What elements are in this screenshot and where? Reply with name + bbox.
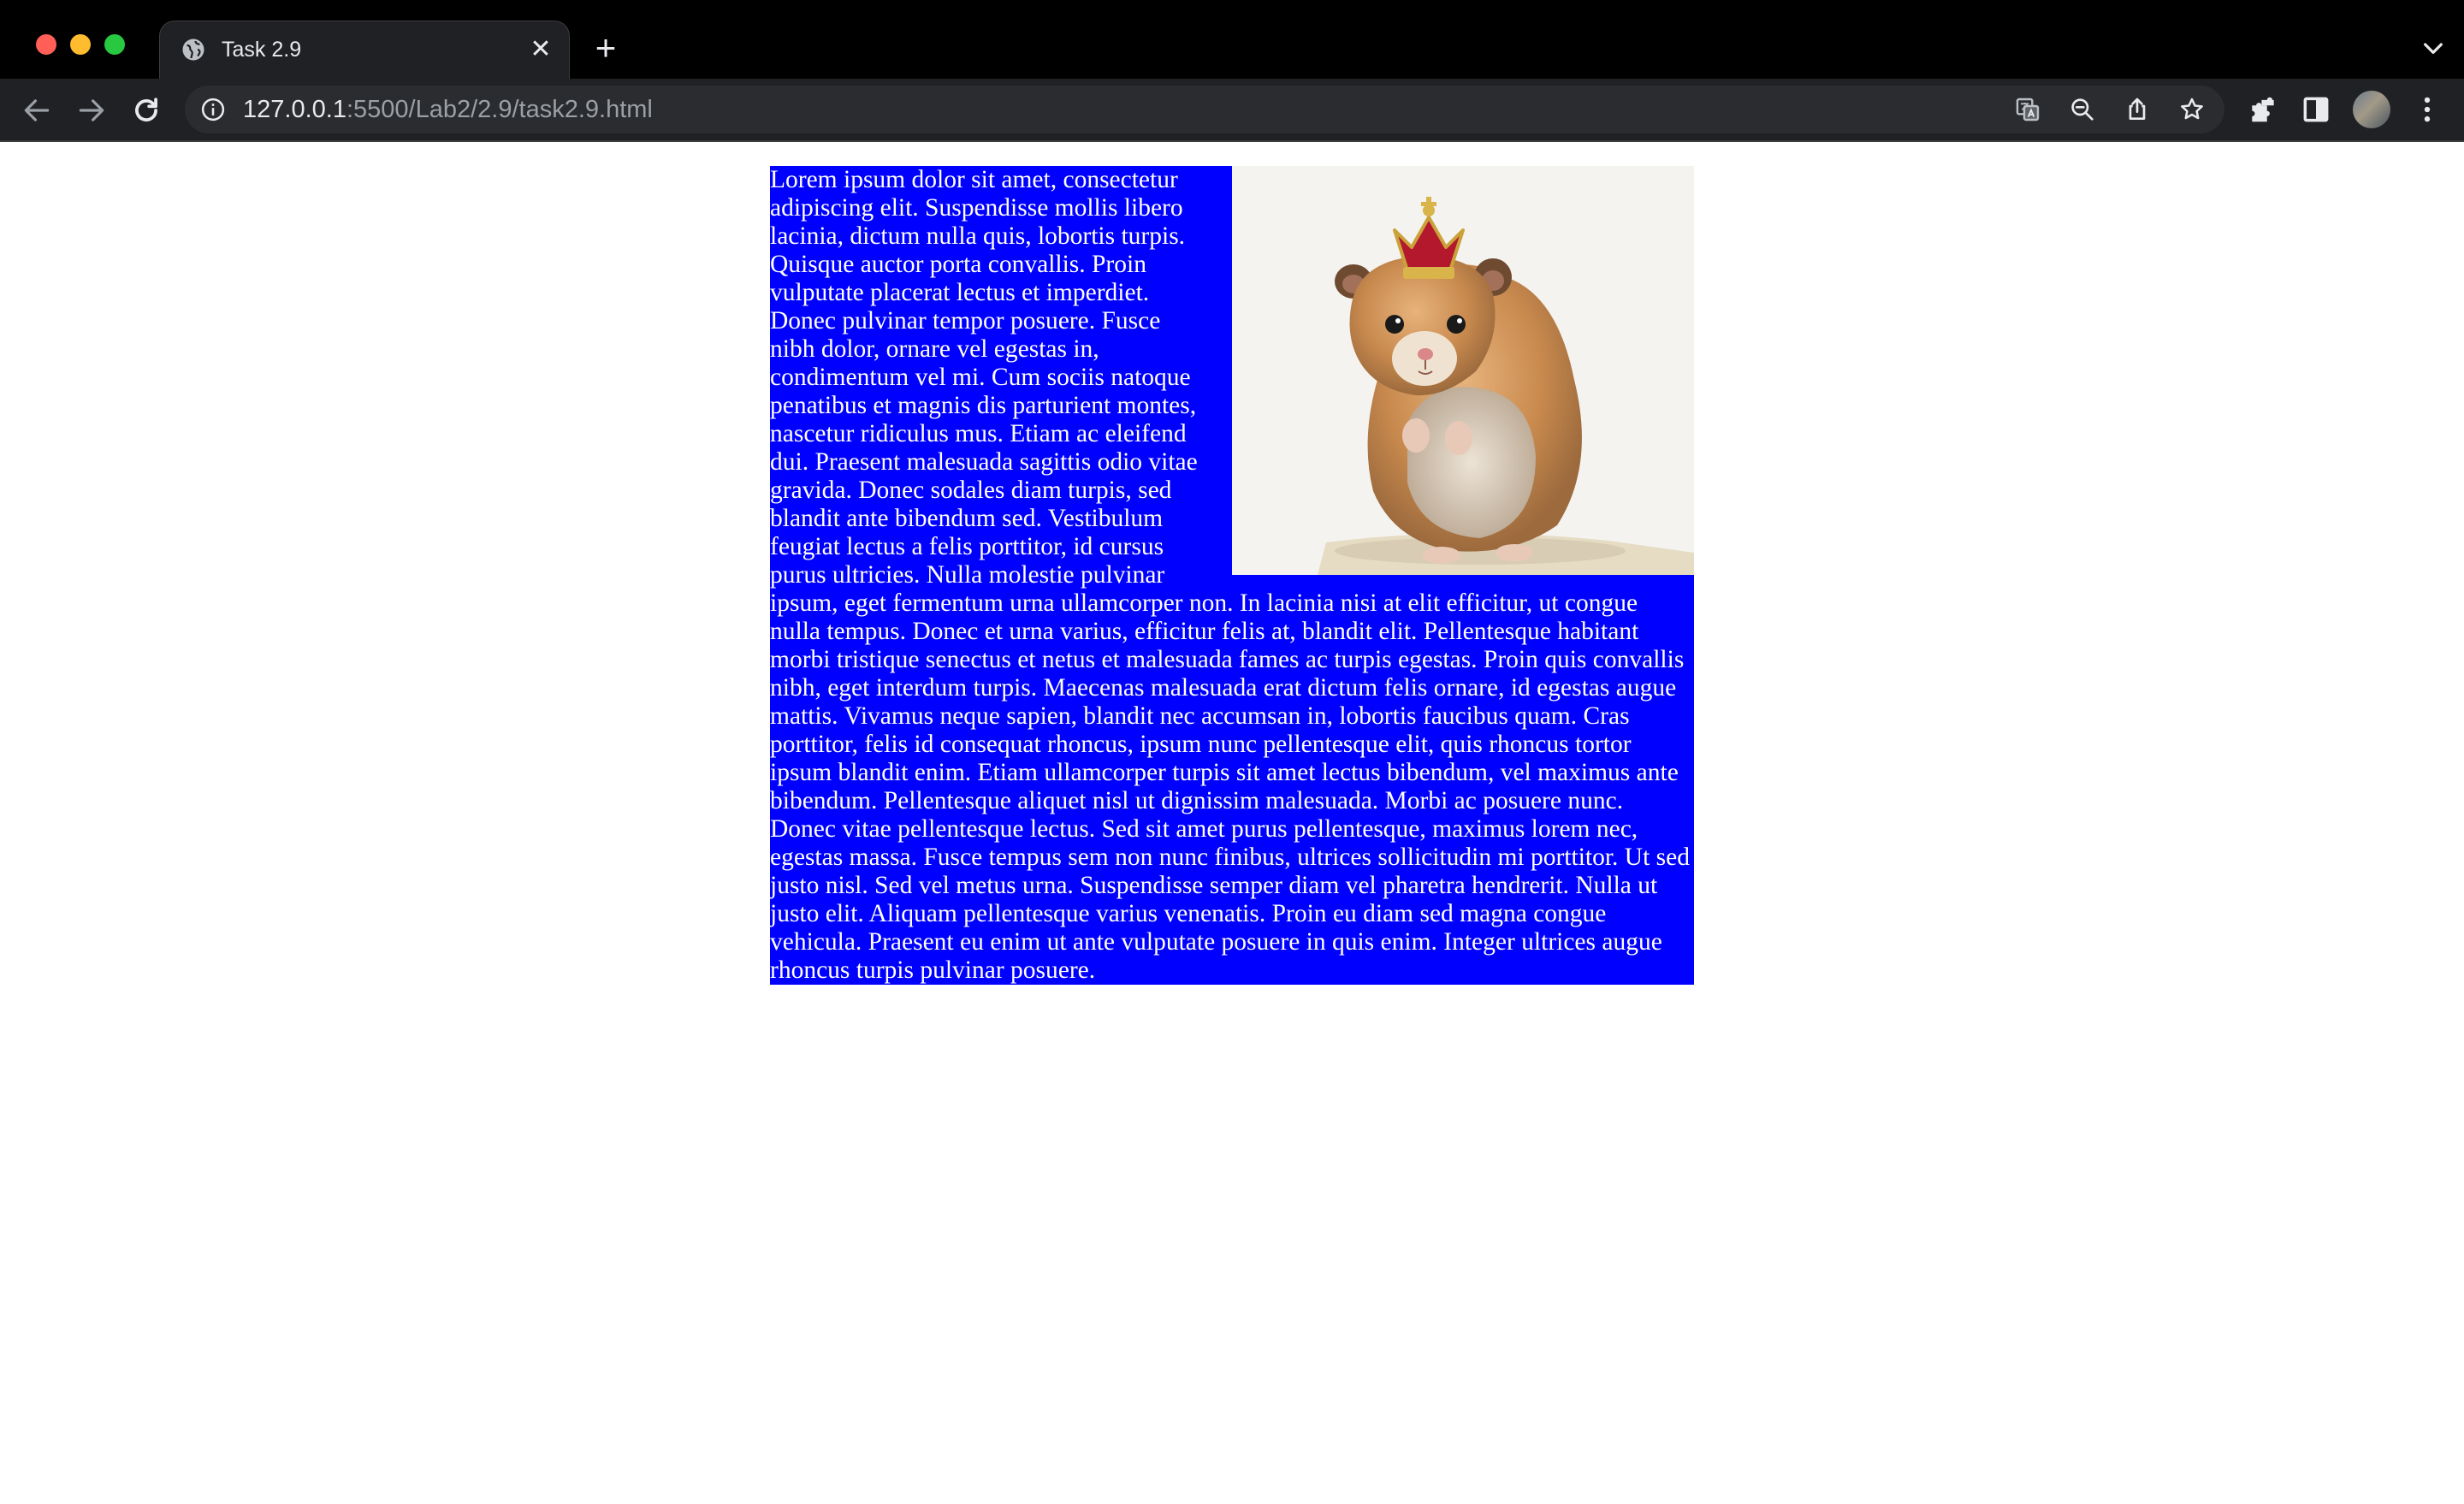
page-viewport: Lorem ipsum dolor sit amet, consectetur …: [0, 142, 2464, 1504]
globe-icon: [182, 38, 204, 61]
translate-icon[interactable]: [2014, 96, 2041, 123]
share-icon[interactable]: [2123, 96, 2151, 123]
extensions-puzzle-icon[interactable]: [2247, 93, 2279, 126]
hamster-image: [1232, 166, 1694, 575]
content-block: Lorem ipsum dolor sit amet, consectetur …: [770, 166, 1694, 985]
url-path: :5500/Lab2/2.9/task2.9.html: [346, 96, 653, 123]
reload-icon[interactable]: [130, 94, 163, 127]
back-arrow-icon[interactable]: [21, 94, 53, 127]
close-tab-icon[interactable]: ✕: [526, 35, 555, 64]
new-tab-button[interactable]: +: [589, 30, 623, 66]
minimize-window-button[interactable]: [70, 34, 91, 55]
tab-search-chevron-icon[interactable]: [2420, 34, 2447, 62]
maximize-window-button[interactable]: [104, 34, 125, 55]
address-bar[interactable]: 127.0.0.1:5500/Lab2/2.9/task2.9.html: [185, 86, 2224, 133]
profile-avatar[interactable]: [2353, 91, 2390, 128]
site-info-icon[interactable]: [200, 97, 226, 122]
browser-tab-active[interactable]: Task 2.9 ✕: [159, 21, 570, 79]
forward-arrow-icon[interactable]: [75, 94, 108, 127]
side-panel-icon[interactable]: [2300, 93, 2332, 126]
bookmark-star-icon[interactable]: [2178, 96, 2206, 123]
tab-title: Task 2.9: [222, 38, 302, 62]
zoom-out-icon[interactable]: [2069, 96, 2096, 123]
more-menu-icon[interactable]: [2411, 93, 2443, 126]
browser-tab-strip: Task 2.9 ✕ +: [0, 0, 2464, 79]
browser-toolbar: 127.0.0.1:5500/Lab2/2.9/task2.9.html: [0, 79, 2464, 142]
close-window-button[interactable]: [36, 34, 56, 55]
url-text: 127.0.0.1:5500/Lab2/2.9/task2.9.html: [243, 95, 653, 124]
url-host: 127.0.0.1: [243, 96, 346, 123]
